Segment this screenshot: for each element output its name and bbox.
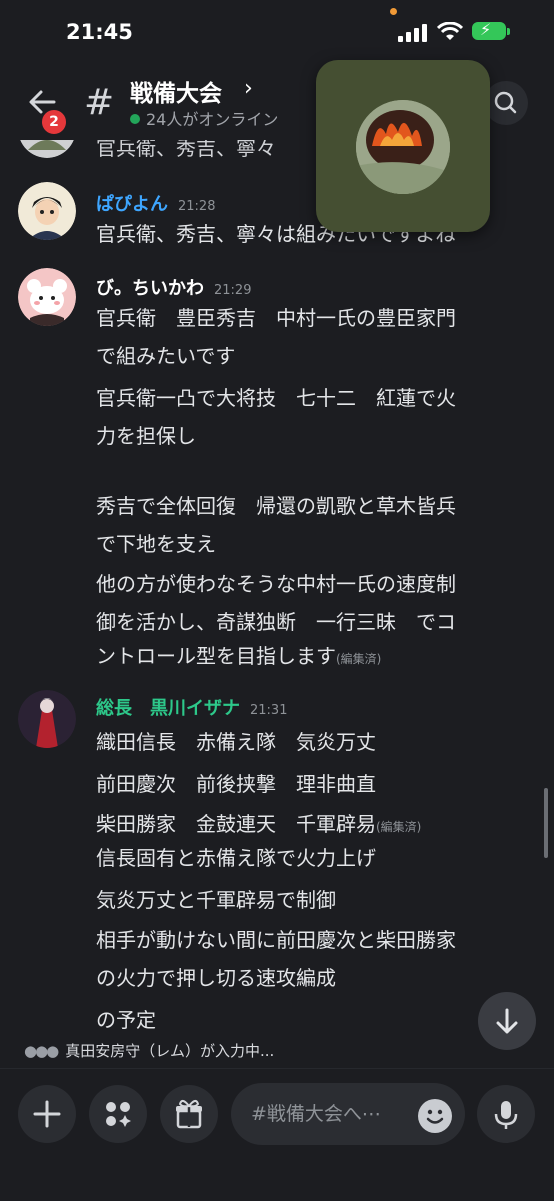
message-time: 21:28: [178, 199, 216, 214]
typing-dots-icon: ●●●: [24, 1042, 59, 1060]
message-list[interactable]: 官兵衛、秀吉、寧々 ぱぴよん 21:28 官兵衛、秀吉、寧々は組みたいですよね び…: [0, 140, 554, 1068]
author-name[interactable]: ぱぴよん: [96, 194, 168, 215]
battery-tip: [507, 28, 510, 35]
message-text: 官兵衛 豊臣秀吉 中村一氏の豊臣家門: [96, 306, 456, 330]
privacy-indicator: [390, 8, 397, 15]
unread-badge: 2: [40, 108, 68, 136]
avatar-papiyon[interactable]: [18, 182, 76, 240]
add-attachment-button[interactable]: [18, 1085, 76, 1143]
apps-sparkle-icon: [106, 1102, 131, 1127]
microphone-icon: [494, 1101, 518, 1129]
message-text: 御を活かし、奇謀独断 一行三昧 でコ: [96, 610, 456, 634]
message-text: で下地を支え: [96, 532, 216, 556]
plus-icon: [33, 1100, 61, 1128]
message-text: の予定: [96, 1008, 156, 1032]
picture-in-picture-video[interactable]: [316, 60, 490, 232]
charging-bolt-icon: ⚡: [480, 20, 492, 39]
cellular-signal-icon: [398, 24, 428, 42]
smiley-icon: [426, 1109, 444, 1124]
author-name[interactable]: び。ちいかわ: [96, 278, 204, 299]
message-partial: 官兵衛、秀吉、寧々: [96, 140, 276, 160]
channel-hash-icon: #: [84, 82, 115, 123]
message-time: 21:31: [250, 703, 288, 718]
typing-indicator: ●●● 真田安房守（レム）が入力中...: [24, 1040, 274, 1061]
author-name[interactable]: 総長 黒川イザナ: [96, 698, 240, 719]
online-text: 24人がオンライン: [146, 110, 279, 129]
message-text-last: ントロール型を目指します(編集済): [96, 640, 381, 669]
wifi-icon: [437, 22, 463, 40]
message-time: 21:29: [214, 283, 252, 298]
message-header: 総長 黒川イザナ 21:31: [96, 694, 287, 720]
jump-to-bottom-button[interactable]: [478, 992, 536, 1050]
message-text: 他の方が使わなそうな中村一氏の速度制: [96, 572, 456, 596]
search-icon: [494, 91, 517, 114]
message-text: 前田慶次 前後挟撃 理非曲直: [96, 772, 376, 796]
channel-chevron[interactable]: ›: [244, 76, 253, 101]
search-button[interactable]: [484, 81, 528, 125]
message-text: 柴田勝家 金鼓連天 千軍辟易: [96, 812, 376, 836]
message-header: ぱぴよん 21:28: [96, 190, 215, 216]
scrollbar-thumb[interactable]: [544, 788, 548, 858]
message-text: の火力で押し切る速攻編成: [96, 966, 336, 990]
message-text-edited: 柴田勝家 金鼓連天 千軍辟易(編集済): [96, 808, 421, 837]
gift-button[interactable]: [160, 1085, 218, 1143]
voice-message-button[interactable]: [477, 1085, 535, 1143]
message-text: 気炎万丈と千軍辟易で制御: [96, 888, 336, 912]
message-text: 官兵衛一凸で大将技 七十二 紅蓮で火: [96, 386, 456, 410]
message-text: で組みたいです: [96, 344, 236, 368]
edited-label: (編集済): [376, 820, 422, 834]
gift-icon: [176, 1100, 202, 1129]
apps-button[interactable]: [89, 1085, 147, 1143]
channel-title[interactable]: 戦備大会: [130, 74, 222, 108]
arrow-down-icon: [496, 1008, 518, 1034]
message-text: 力を担保し: [96, 424, 196, 448]
composer-bar: [0, 1068, 554, 1201]
status-time: 21:45: [66, 20, 133, 44]
edited-label: (編集済): [336, 652, 382, 666]
avatar-chiikawa[interactable]: [18, 268, 76, 326]
avatar-izana[interactable]: [18, 690, 76, 748]
online-dot: [130, 114, 140, 124]
typing-text: 真田安房守（レム）が入力中...: [65, 1042, 275, 1060]
message-text: ントロール型を目指します: [96, 644, 336, 668]
message-header: び。ちいかわ 21:29: [96, 274, 251, 300]
message-text: 信長固有と赤備え隊で火力上げ: [96, 846, 376, 870]
emoji-button[interactable]: [418, 1099, 452, 1133]
online-count: 24人がオンライン: [130, 106, 278, 130]
message-text: 相手が動けない間に前田慶次と柴田勝家: [96, 928, 456, 952]
message-text: 秀吉で全体回復 帰還の凱歌と草木皆兵: [96, 494, 456, 518]
status-bar: 21:45 ⚡: [0, 0, 554, 64]
avatar[interactable]: [18, 140, 76, 158]
video-thumbnail: [356, 100, 450, 194]
message-text: 織田信長 赤備え隊 気炎万丈: [96, 730, 376, 754]
